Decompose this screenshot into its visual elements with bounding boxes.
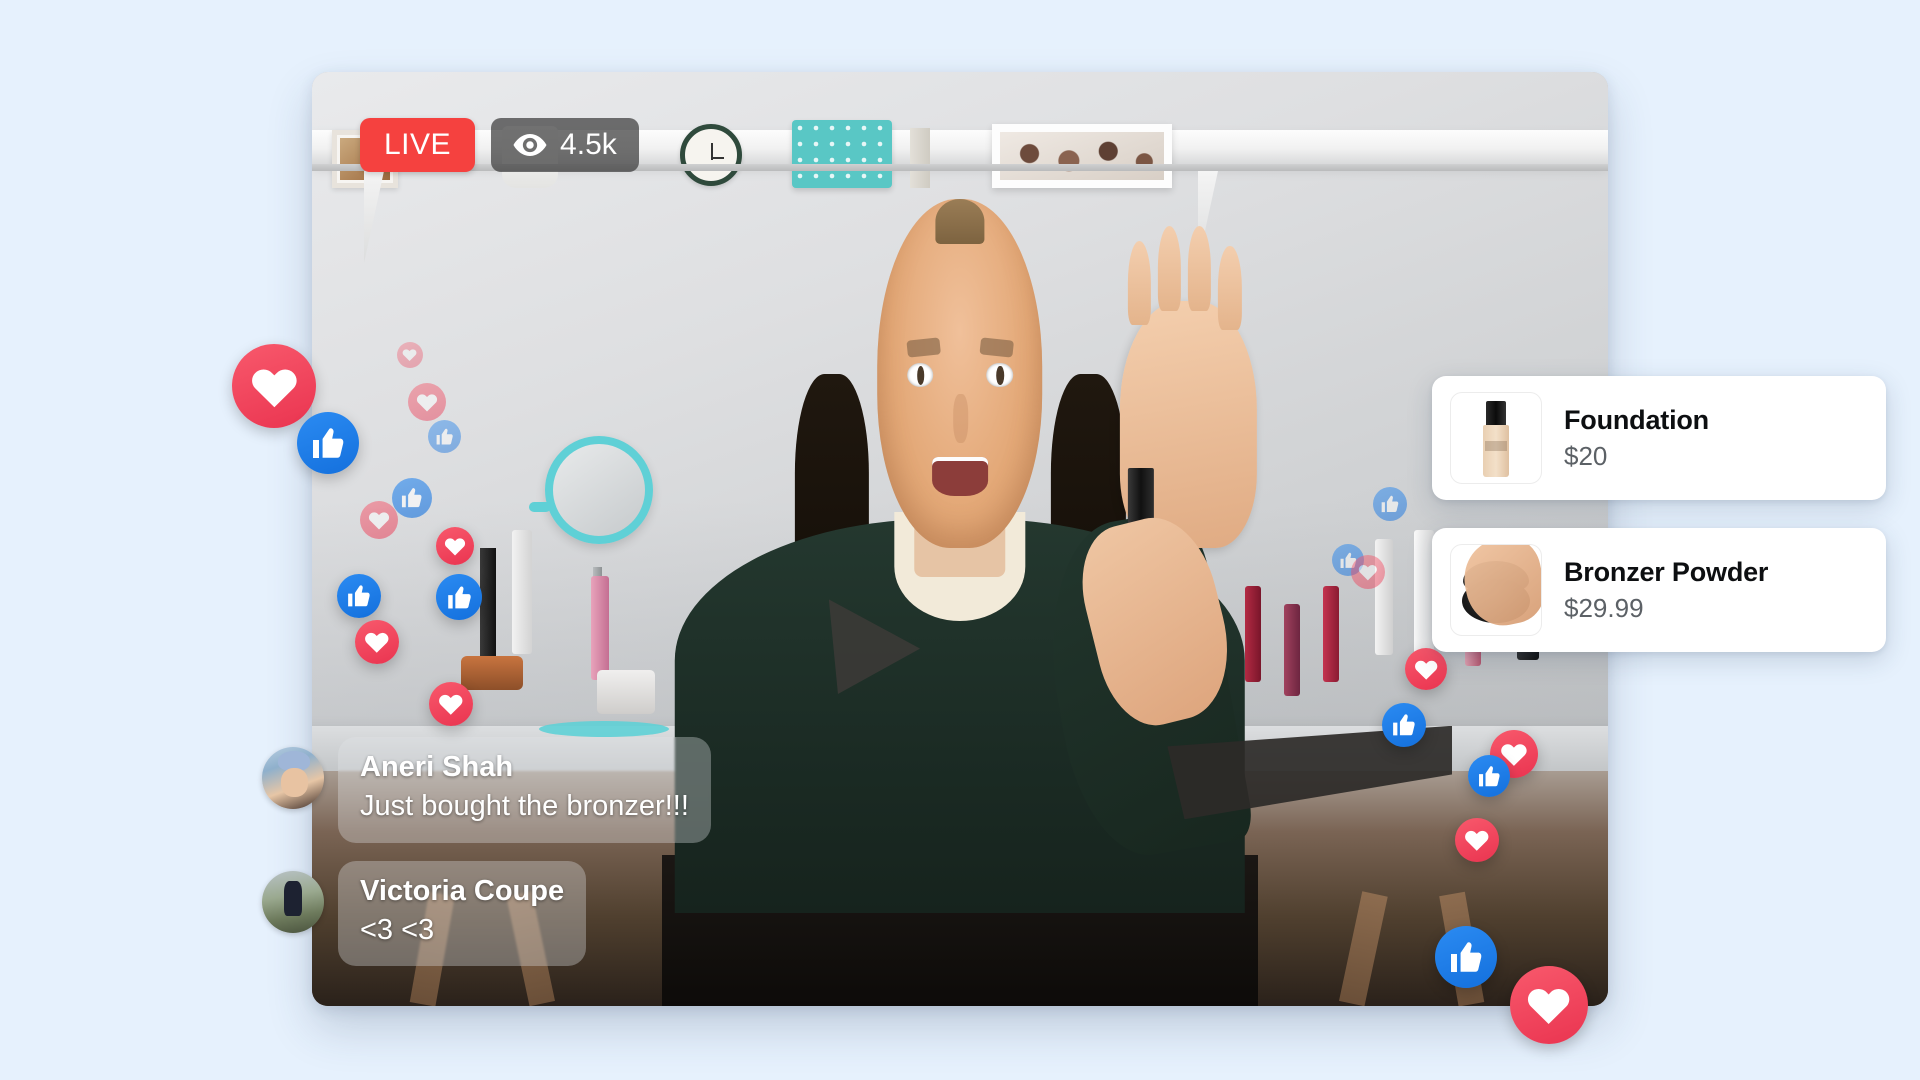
heart-icon: [368, 512, 390, 530]
product-name: Foundation: [1564, 404, 1709, 435]
desk-tube: [1413, 529, 1434, 654]
host-eye-left: [907, 362, 934, 388]
product-card-foundation[interactable]: Foundation $20: [1432, 376, 1886, 500]
thumbs-up-icon: [447, 586, 471, 609]
comment-item: Victoria Coupe <3 <3: [262, 860, 902, 966]
reaction-heart: [429, 682, 473, 726]
desk-nail-polish: [1245, 585, 1262, 682]
desk-powder-jar: [597, 669, 656, 714]
reaction-heart: [355, 620, 399, 664]
reaction-like: [337, 574, 381, 618]
reaction-heart: [1351, 555, 1385, 589]
heart-icon: [1465, 831, 1489, 851]
viewer-count-text: 4.5k: [560, 128, 617, 161]
thumbs-up-icon: [1381, 495, 1399, 513]
product-name: Bronzer Powder: [1564, 556, 1769, 587]
avatar[interactable]: [262, 870, 324, 933]
reaction-heart: [1510, 966, 1588, 1044]
reaction-like: [428, 420, 461, 453]
desk-lipgloss: [590, 576, 609, 681]
reaction-like: [436, 574, 482, 620]
thumbs-up-icon: [436, 428, 453, 445]
thumbs-up-icon: [1393, 714, 1415, 736]
host-eyebrow-right: [979, 336, 1014, 358]
reaction-like: [1435, 926, 1497, 988]
heart-icon: [1528, 989, 1570, 1025]
heart-icon: [444, 538, 466, 556]
comment-text: Just bought the bronzer!!!: [360, 790, 689, 823]
thumbs-up-icon: [313, 428, 344, 458]
shelf-picture-frame-right: [992, 124, 1172, 188]
reaction-like: [1373, 487, 1407, 521]
reaction-heart: [232, 344, 316, 428]
product-info: Bronzer Powder $29.99: [1564, 556, 1768, 624]
shelf-book: [910, 128, 930, 188]
thumbs-up-icon: [348, 585, 370, 607]
vanity-mirror: [545, 436, 654, 545]
shelf-polka-dot-box: [792, 120, 892, 188]
product-price: $29.99: [1564, 593, 1644, 624]
comment-author: Aneri Shah: [360, 751, 514, 784]
thumbs-up-icon: [1451, 942, 1482, 972]
desk-mascara: [480, 548, 497, 659]
product-card-bronzer-powder[interactable]: Bronzer Powder $29.99: [1432, 528, 1886, 652]
desk-nail-polish: [1322, 585, 1339, 682]
desk-bronzer-jar: [461, 655, 524, 690]
reaction-heart: [408, 383, 446, 421]
eye-icon: [513, 134, 547, 156]
comment-item: Aneri Shah Just bought the bronzer!!!: [262, 737, 902, 843]
comment-author: Victoria Coupe: [360, 874, 565, 907]
shelf-clock: [680, 124, 742, 186]
comment-text: <3 <3: [360, 913, 435, 946]
desk-tube: [1374, 539, 1393, 655]
live-comments-list: Aneri Shah Just bought the bronzer!!! Vi…: [262, 737, 902, 984]
comment-bubble: Victoria Coupe <3 <3: [338, 860, 587, 966]
reaction-heart: [360, 501, 398, 539]
heart-icon: [1358, 565, 1378, 581]
heart-icon: [251, 369, 297, 407]
reaction-like: [297, 412, 359, 474]
host-eye-right: [986, 362, 1013, 388]
host-mouth: [931, 457, 989, 496]
viewer-count-badge: 4.5k: [491, 118, 639, 172]
heart-icon: [439, 695, 463, 715]
product-price: $20: [1564, 441, 1608, 472]
host-nose: [953, 394, 969, 444]
reaction-heart: [397, 342, 423, 368]
host-hairline: [935, 198, 985, 245]
reaction-like: [1468, 755, 1510, 797]
product-thumbnail: [1450, 392, 1542, 484]
heart-icon: [416, 394, 438, 412]
mirror-hinge: [529, 501, 552, 512]
reaction-like: [392, 478, 432, 518]
reaction-heart: [436, 527, 474, 565]
product-thumbnail: [1450, 544, 1542, 636]
live-badge: LIVE: [360, 118, 476, 172]
host-face: [877, 198, 1043, 549]
thumbs-up-icon: [402, 488, 422, 508]
reaction-heart: [1455, 818, 1499, 862]
desk-tube: [511, 529, 532, 654]
avatar[interactable]: [262, 747, 324, 810]
product-info: Foundation $20: [1564, 404, 1709, 472]
reaction-like: [1382, 703, 1426, 747]
product-card-list: Foundation $20 Bronzer Powder $29.99: [1432, 376, 1886, 680]
stream-status-badges: LIVE 4.5k: [360, 118, 639, 172]
thumbs-up-icon: [1478, 766, 1500, 787]
comment-bubble: Aneri Shah Just bought the bronzer!!!: [338, 737, 711, 843]
heart-icon: [403, 349, 417, 362]
heart-icon: [365, 633, 389, 653]
desk-nail-polish: [1284, 604, 1300, 697]
host-eyebrow-left: [906, 336, 941, 358]
